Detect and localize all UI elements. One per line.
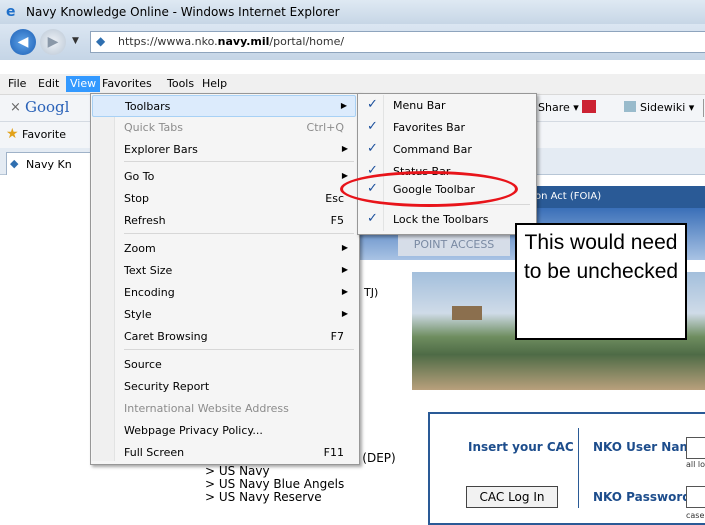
view-menu-item-encoding[interactable]: Encoding ▶ <box>92 282 356 304</box>
view-menu-item-source[interactable]: Source <box>92 354 356 376</box>
menu-item-label: Webpage Privacy Policy... <box>124 424 263 437</box>
nko-username-input[interactable] <box>686 437 705 459</box>
view-menu-item-caret-browsing[interactable]: Caret Browsing F7 <box>92 326 356 348</box>
insert-cac-label: Insert your CAC <box>468 440 574 454</box>
favorites-button[interactable]: Favorite <box>22 128 66 141</box>
menu-item-label: Text Size <box>124 264 173 277</box>
page-text-fragment: TJ) <box>364 286 379 299</box>
view-menu-item-text-size[interactable]: Text Size ▶ <box>92 260 356 282</box>
login-divider <box>578 428 579 508</box>
view-menu-item-zoom[interactable]: Zoom ▶ <box>92 238 356 260</box>
back-button[interactable]: ◀ <box>10 29 36 55</box>
menu-item-label: Menu Bar <box>393 99 446 112</box>
foia-link[interactable]: on Act (FOIA) <box>535 191 601 202</box>
menu-item-label: Style <box>124 308 152 321</box>
sidewiki-button[interactable]: Sidewiki ▾ <box>640 101 694 114</box>
google-logo: Googl <box>25 98 70 116</box>
nko-password-label: NKO Password: <box>593 490 696 504</box>
menu-item-label: Toolbars <box>125 100 171 113</box>
menu-item-label: International Website Address <box>124 402 289 415</box>
menu-item-label: Go To <box>124 170 155 183</box>
menu-item-label: Full Screen <box>124 446 185 459</box>
sidewiki-icon[interactable] <box>624 101 636 112</box>
username-hint: all lo <box>686 460 705 469</box>
callout-text: This would need to be unchecked <box>523 231 679 283</box>
view-menu-item-quick-tabs: Quick Tabs Ctrl+Q <box>92 117 356 139</box>
site-icon: ◆ <box>96 34 106 48</box>
bookmark-icon[interactable] <box>582 100 596 113</box>
menu-separator <box>124 349 354 350</box>
checkmark-icon: ✓ <box>367 141 378 156</box>
toolbar-option-favorites-bar[interactable]: ✓ Favorites Bar <box>359 117 533 139</box>
view-menu-item-security-report[interactable]: Security Report <box>92 376 356 398</box>
submenu-arrow-icon: ▶ <box>341 265 348 274</box>
cac-login-button[interactable]: CAC Log In <box>466 486 558 508</box>
toolbar-option-lock-the-toolbars[interactable]: ✓ Lock the Toolbars <box>359 209 533 231</box>
shortcut-key: F5 <box>330 214 344 227</box>
checkmark-icon: ✓ <box>367 211 378 226</box>
shortcut-key: F11 <box>323 446 344 459</box>
menu-item-label: Explorer Bars <box>124 143 198 156</box>
close-icon[interactable]: × <box>10 100 21 115</box>
submenu-arrow-icon: ▶ <box>341 309 348 318</box>
menu-tools[interactable]: Tools <box>163 76 198 92</box>
view-menu-item-international-website-address: International Website Address <box>92 398 356 420</box>
submenu-arrow-icon: ▶ <box>340 101 347 110</box>
view-menu-item-toolbars[interactable]: Toolbars ▶ <box>92 95 356 117</box>
checkmark-icon: ✓ <box>367 97 378 112</box>
menu-item-label: Caret Browsing <box>124 330 208 343</box>
menu-item-label: Command Bar <box>393 143 472 156</box>
view-menu-item-style[interactable]: Style ▶ <box>92 304 356 326</box>
menu-item-label: Quick Tabs <box>124 121 183 134</box>
submenu-arrow-icon: ▶ <box>341 144 348 153</box>
view-menu-item-go-to[interactable]: Go To ▶ <box>92 166 356 188</box>
menu-item-label: Refresh <box>124 214 166 227</box>
submenu-arrow-icon: ▶ <box>341 287 348 296</box>
nko-password-input[interactable] <box>686 486 705 508</box>
login-panel <box>428 412 705 525</box>
toolbar-option-command-bar[interactable]: ✓ Command Bar <box>359 139 533 161</box>
favorites-star-icon[interactable]: ★ <box>6 126 19 142</box>
view-menu-item-stop[interactable]: Stop Esc <box>92 188 356 210</box>
menu-file[interactable]: File <box>4 76 30 92</box>
menu-item-label: Security Report <box>124 380 210 393</box>
highlight-ellipse <box>340 171 518 207</box>
history-dropdown-icon[interactable]: ▼ <box>72 36 84 46</box>
menu-item-label: Stop <box>124 192 150 205</box>
submenu-arrow-icon: ▶ <box>341 171 348 180</box>
tab-label[interactable]: Navy Kn <box>26 158 72 171</box>
menu-help[interactable]: Help <box>198 76 231 92</box>
hut-shape <box>452 306 482 320</box>
view-menu-item-full-screen[interactable]: Full Screen F11 <box>92 442 356 464</box>
toolbar-separator <box>703 99 704 117</box>
shortcut-key: F7 <box>330 330 344 343</box>
toolbar-option-menu-bar[interactable]: ✓ Menu Bar <box>359 95 533 117</box>
forward-button[interactable]: ▶ <box>40 29 66 55</box>
window-title: Navy Knowledge Online - Windows Internet… <box>26 5 340 19</box>
tab-site-icon: ◆ <box>10 157 19 170</box>
submenu-arrow-icon: ▶ <box>341 243 348 252</box>
menu-view[interactable]: View <box>66 76 101 92</box>
menu-item-label: Zoom <box>124 242 156 255</box>
checkmark-icon: ✓ <box>367 119 378 134</box>
menu-separator <box>124 233 354 234</box>
share-button[interactable]: Share ▾ <box>538 101 579 114</box>
shortcut-key: Ctrl+Q <box>306 121 344 134</box>
link-navy-reserve[interactable]: > US Navy Reserve <box>205 491 396 504</box>
ie-logo-icon: e <box>6 4 16 20</box>
menu-edit[interactable]: Edit <box>34 76 63 92</box>
menu-separator <box>124 161 354 162</box>
url-text[interactable]: https://wwwa.nko.navy.mil/portal/home/ <box>118 35 344 48</box>
view-menu-item-webpage-privacy-policy[interactable]: Webpage Privacy Policy... <box>92 420 356 442</box>
menu-item-label: Source <box>124 358 162 371</box>
shortcut-key: Esc <box>325 192 344 205</box>
view-menu-item-explorer-bars[interactable]: Explorer Bars ▶ <box>92 139 356 161</box>
view-menu-item-refresh[interactable]: Refresh F5 <box>92 210 356 232</box>
point-access-tab[interactable]: POINT ACCESS <box>398 234 510 256</box>
menu-item-label: Favorites Bar <box>393 121 465 134</box>
menu-item-label: Encoding <box>124 286 175 299</box>
password-hint: case <box>686 511 705 520</box>
menu-item-label: Lock the Toolbars <box>393 213 489 226</box>
menu-favorites[interactable]: Favorites <box>98 76 156 92</box>
